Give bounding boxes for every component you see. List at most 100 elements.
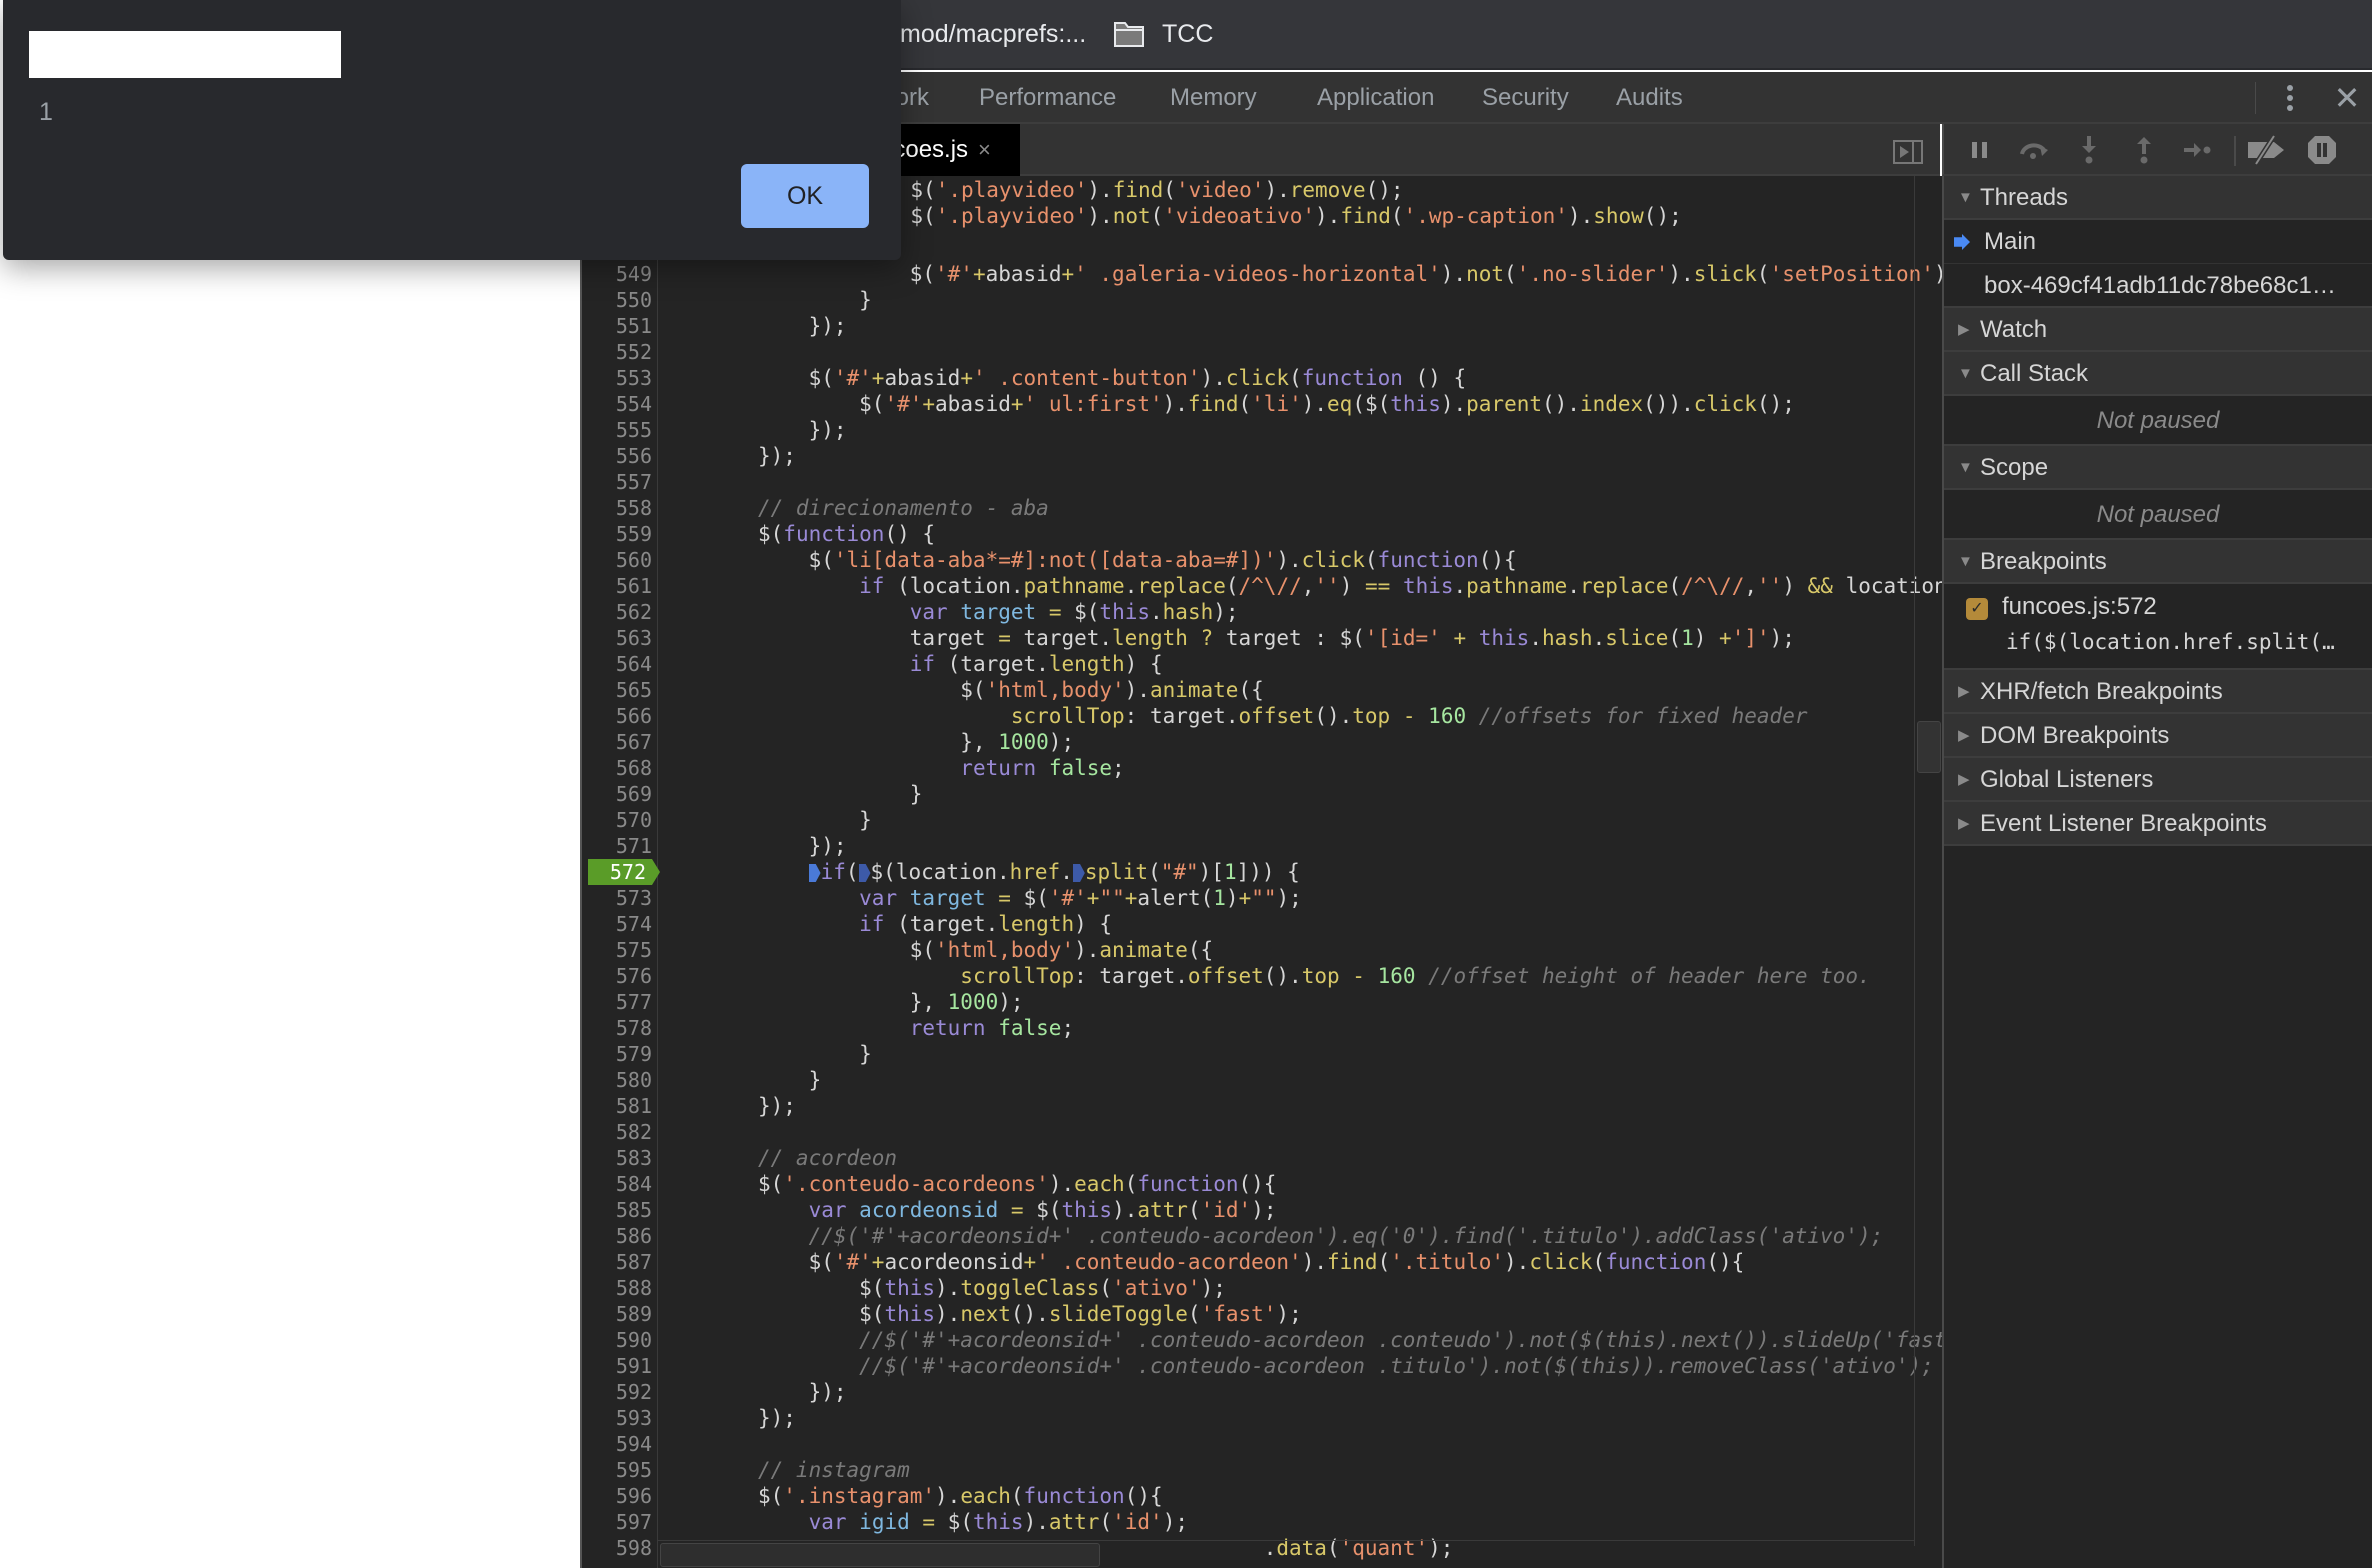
line-number[interactable]: 573	[582, 885, 652, 911]
line-number[interactable]: 552	[582, 339, 652, 365]
line-number[interactable]: 582	[582, 1119, 652, 1145]
section-call-stack[interactable]: ▼ Call Stack	[1944, 352, 2372, 396]
line-number[interactable]: 570	[582, 807, 652, 833]
line-number[interactable]: 587	[582, 1249, 652, 1275]
section-dom-breakpoints[interactable]: ▶ DOM Breakpoints	[1944, 714, 2372, 758]
code-line: });	[758, 418, 847, 442]
breakpoint-checkbox[interactable]: ✓	[1966, 598, 1988, 620]
line-number[interactable]: 575	[582, 937, 652, 963]
line-number[interactable]: 569	[582, 781, 652, 807]
breakpoint-item[interactable]: ✓ funcoes.js:572 if($(location.href.spli…	[1944, 584, 2372, 670]
step-over-icon[interactable]	[2016, 132, 2052, 168]
line-number[interactable]: 550	[582, 287, 652, 313]
tab-memory[interactable]: Memory	[1148, 72, 1279, 124]
toggle-sidebar-icon[interactable]	[1893, 140, 1923, 164]
expand-arrow-icon: ▼	[1958, 189, 1973, 206]
line-number[interactable]: 578	[582, 1015, 652, 1041]
line-number[interactable]: 581	[582, 1093, 652, 1119]
line-number[interactable]: 595	[582, 1457, 652, 1483]
tab-application[interactable]: Application	[1295, 72, 1456, 124]
line-number[interactable]: 596	[582, 1483, 652, 1509]
pause-on-exceptions-icon[interactable]	[2304, 132, 2340, 168]
code-area[interactable]: $('.playvideo').find('video').remove(); $…	[658, 176, 1942, 1568]
line-number-gutter[interactable]: 549 550 551 552 553 554 555 556 557 558 559 560 561 5…	[580, 176, 660, 1568]
tab-performance[interactable]: Performance	[957, 72, 1138, 124]
section-global-listeners[interactable]: ▶ Global Listeners	[1944, 758, 2372, 802]
section-threads[interactable]: ▼ Threads	[1944, 176, 2372, 220]
line-number[interactable]: 564	[582, 651, 652, 677]
line-number[interactable]: 555	[582, 417, 652, 443]
line-number[interactable]: 556	[582, 443, 652, 469]
line-number[interactable]: 559	[582, 521, 652, 547]
section-breakpoints[interactable]: ▼ Breakpoints	[1944, 540, 2372, 584]
line-number[interactable]: 585	[582, 1197, 652, 1223]
close-devtools-button[interactable]: ✕	[2330, 80, 2364, 116]
section-xhr-breakpoints[interactable]: ▶ XHR/fetch Breakpoints	[1944, 670, 2372, 714]
section-title: Threads	[1980, 184, 2069, 211]
line-number[interactable]: 554	[582, 391, 652, 417]
line-number[interactable]: 579	[582, 1041, 652, 1067]
horizontal-scrollbar[interactable]	[658, 1540, 1914, 1568]
ok-button[interactable]: OK	[741, 164, 869, 228]
line-number[interactable]: 591	[582, 1353, 652, 1379]
vertical-scrollbar[interactable]	[1914, 176, 1942, 1546]
section-scope[interactable]: ▼ Scope	[1944, 446, 2372, 490]
vertical-scrollbar-thumb[interactable]	[1917, 721, 1941, 773]
step-icon[interactable]	[2180, 132, 2216, 168]
code-editor[interactable]: 549 550 551 552 553 554 555 556 557 558 559 560 561 5…	[580, 176, 1942, 1568]
collapse-arrow-icon: ▶	[1958, 727, 1970, 744]
line-number[interactable]: 577	[582, 989, 652, 1015]
line-number[interactable]: 588	[582, 1275, 652, 1301]
line-number[interactable]: 584	[582, 1171, 652, 1197]
line-number[interactable]: 576	[582, 963, 652, 989]
line-number[interactable]: 551	[582, 313, 652, 339]
thread-item[interactable]: box-469cf41adb11dc78be68c1…	[1944, 264, 2372, 308]
line-number[interactable]: 597	[582, 1509, 652, 1535]
line-number[interactable]: 593	[582, 1405, 652, 1431]
pause-icon[interactable]	[1962, 132, 1998, 168]
line-number[interactable]: 592	[582, 1379, 652, 1405]
code-line: }	[758, 1042, 872, 1066]
line-number[interactable]: 549	[582, 261, 652, 287]
line-number[interactable]: 557	[582, 469, 652, 495]
tab-audits[interactable]: Audits	[1594, 72, 1705, 124]
debugger-sidebar: ▼ Threads Main box-469cf41adb11dc78be68c1…	[1942, 176, 2372, 1568]
line-number[interactable]: 563	[582, 625, 652, 651]
line-number[interactable]: 565	[582, 677, 652, 703]
line-number[interactable]: 566	[582, 703, 652, 729]
line-number[interactable]: 553	[582, 365, 652, 391]
horizontal-scrollbar-thumb[interactable]	[660, 1543, 1100, 1567]
line-number[interactable]: 594	[582, 1431, 652, 1457]
tab-security[interactable]: Security	[1460, 72, 1591, 124]
scope-empty: Not paused	[1944, 490, 2372, 540]
line-number[interactable]: 568	[582, 755, 652, 781]
deactivate-breakpoints-icon[interactable]	[2244, 132, 2288, 168]
breakpoint-line-number[interactable]: 572	[588, 859, 660, 885]
line-number[interactable]: 561	[582, 573, 652, 599]
code-line: return false;	[960, 756, 1125, 780]
line-number[interactable]: 562	[582, 599, 652, 625]
close-tab-icon[interactable]: ×	[978, 137, 991, 162]
step-into-icon[interactable]	[2071, 132, 2107, 168]
line-number[interactable]: 598	[582, 1535, 652, 1561]
redacted-origin-label	[29, 31, 341, 78]
line-number[interactable]: 580	[582, 1067, 652, 1093]
code-line: //$('#'+acordeonsid+' .conteudo-acordeon…	[859, 1328, 1942, 1352]
debugger-toolbar	[1942, 124, 2372, 176]
expand-arrow-icon: ▼	[1958, 459, 1973, 476]
kebab-menu-icon[interactable]	[2278, 80, 2302, 116]
line-number[interactable]: 560	[582, 547, 652, 573]
line-number[interactable]: 583	[582, 1145, 652, 1171]
line-number[interactable]: 590	[582, 1327, 652, 1353]
thread-item-main[interactable]: Main	[1944, 220, 2372, 264]
section-event-listener-breakpoints[interactable]: ▶ Event Listener Breakpoints	[1944, 802, 2372, 846]
line-number[interactable]: 567	[582, 729, 652, 755]
step-out-icon[interactable]	[2126, 132, 2162, 168]
section-watch[interactable]: ▶ Watch	[1944, 308, 2372, 352]
code-line: if($(location.href. split("#")[1])) {	[758, 859, 1300, 885]
line-number[interactable]: 571	[582, 833, 652, 859]
line-number[interactable]: 558	[582, 495, 652, 521]
line-number[interactable]: 574	[582, 911, 652, 937]
line-number[interactable]: 586	[582, 1223, 652, 1249]
line-number[interactable]: 589	[582, 1301, 652, 1327]
